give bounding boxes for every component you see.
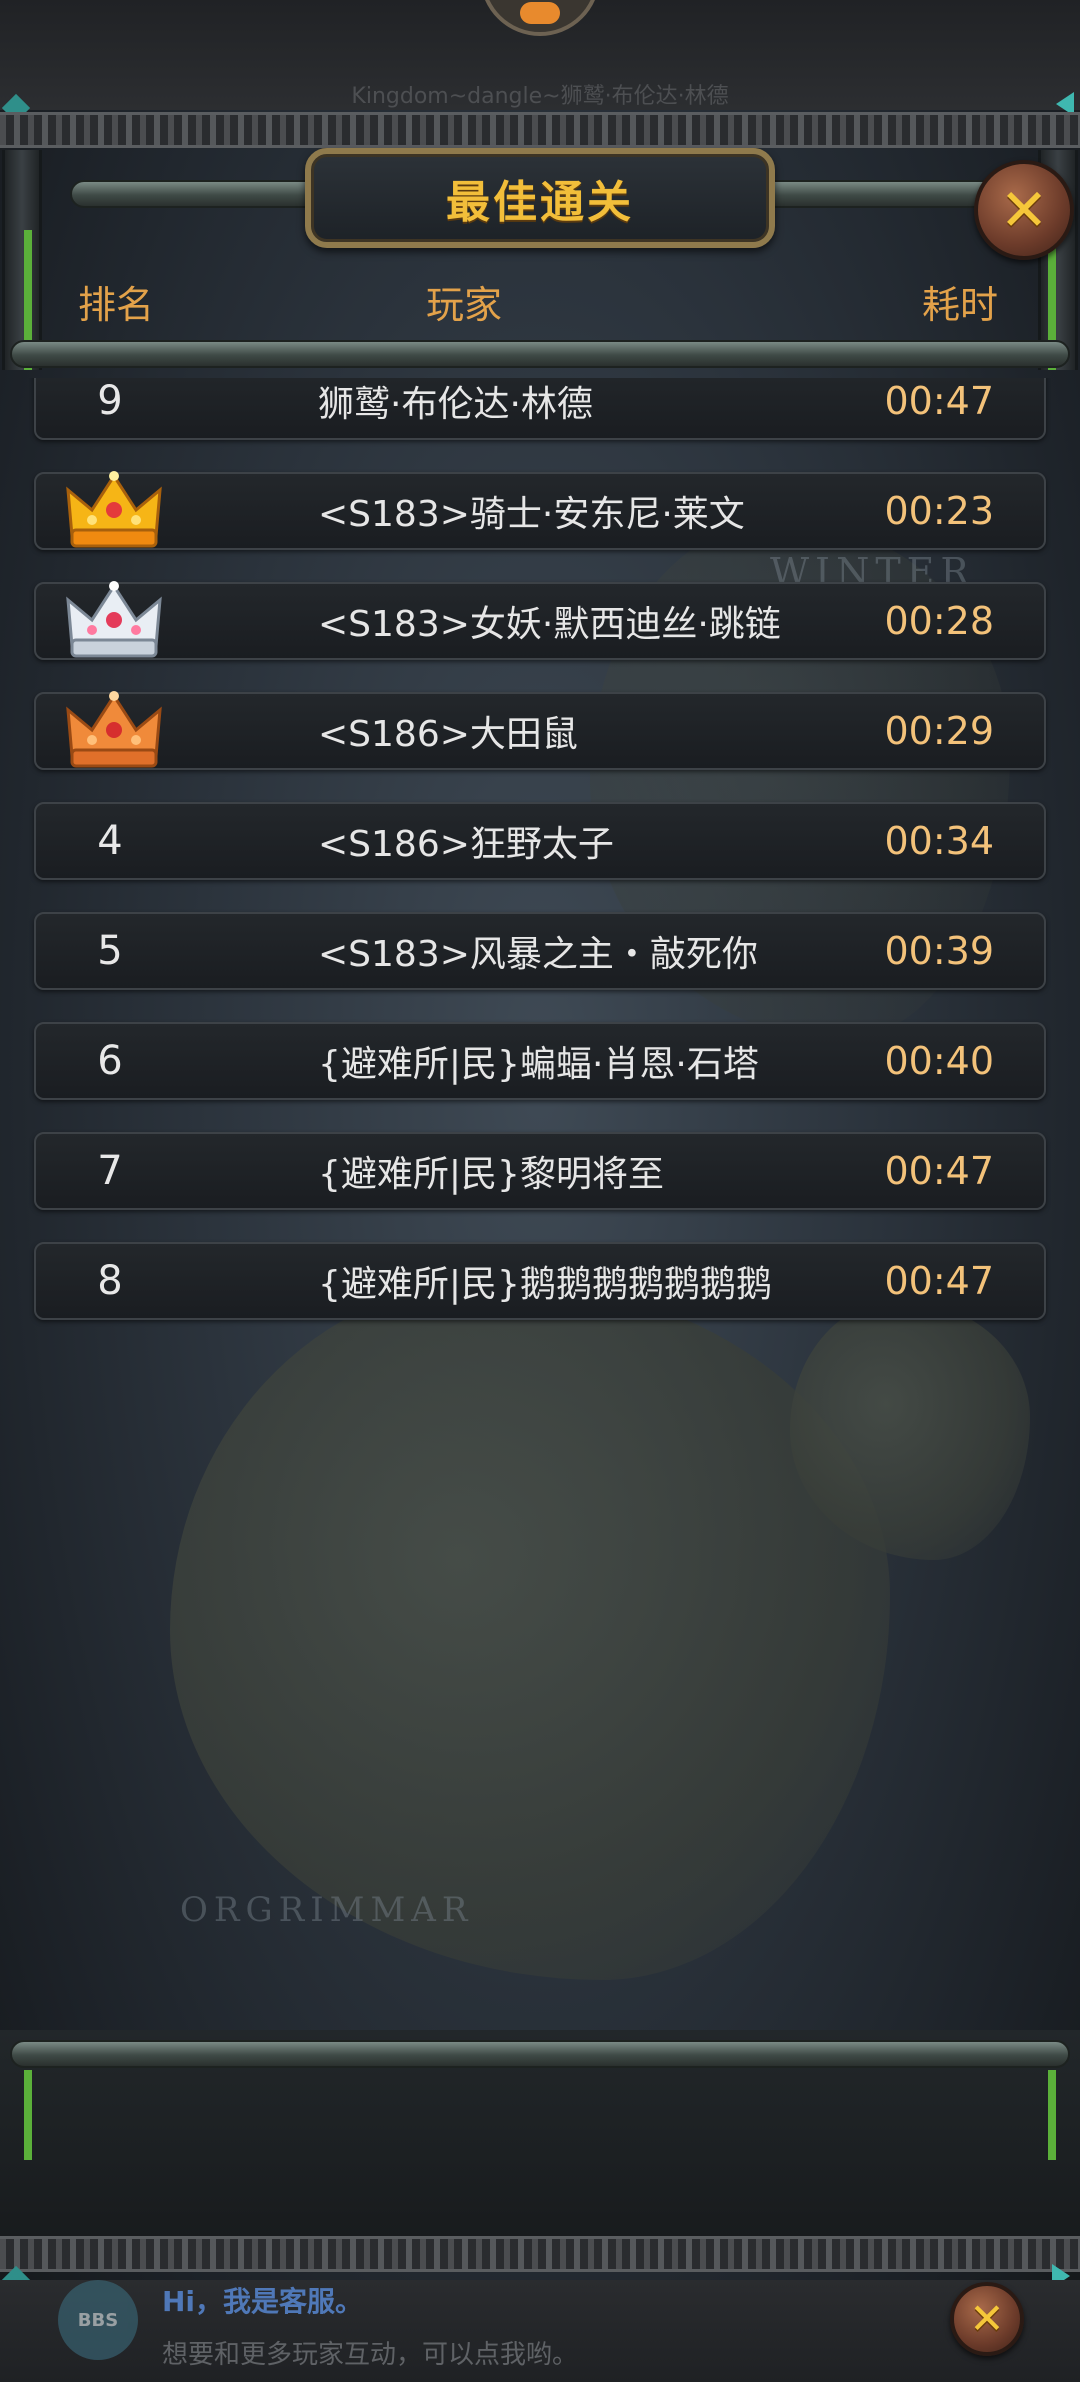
left-rail — [2, 150, 42, 370]
rank-number: 5 — [97, 928, 123, 974]
rank-number: 8 — [97, 1258, 123, 1304]
right-accent-line-bottom — [1048, 2070, 1056, 2160]
clear-time: 00:29 — [884, 709, 994, 753]
clear-time: 00:23 — [884, 489, 994, 533]
rank-number: 6 — [97, 1038, 123, 1084]
frame-bar-left — [70, 180, 320, 208]
top-ornament-border — [0, 112, 1080, 148]
player-name: <S183>骑士·安东尼·莱文 — [318, 494, 745, 535]
player-name: <S183>女妖·默西迪丝·跳链 — [318, 604, 781, 645]
bbs-close-button[interactable]: ✕ — [950, 2282, 1024, 2356]
rank-number: 4 — [97, 818, 123, 864]
column-header-time: 耗时 — [922, 283, 999, 327]
top-caption: Kingdom~dangle~狮鹫·布伦达·林德 — [351, 84, 729, 109]
leaderboard-row[interactable]: 8 {避难所|民}鹅鹅鹅鹅鹅鹅鹅 00:47 — [34, 1242, 1046, 1320]
panel-title: 最佳通关 — [446, 177, 634, 228]
rank-number: 7 — [97, 1148, 123, 1194]
frame-bar-lower — [10, 340, 1070, 368]
leaderboard-row[interactable]: <S183>骑士·安东尼·莱文 00:23 — [34, 471, 1046, 550]
silver-crown-icon — [66, 581, 162, 658]
clear-time: 00:47 — [884, 1149, 994, 1193]
title-plaque: 最佳通关 — [305, 148, 775, 248]
clear-time: 00:28 — [884, 599, 994, 643]
bronze-crown-icon — [66, 691, 162, 768]
rank-number: 9 — [97, 378, 123, 424]
player-name: 狮鹫·布伦达·林德 — [318, 384, 593, 425]
clear-time: 00:47 — [884, 1259, 994, 1303]
leaderboard-row[interactable]: 4 <S186>狂野太子 00:34 — [34, 802, 1046, 880]
leaderboard-row[interactable]: 7 {避难所|民}黎明将至 00:47 — [34, 1132, 1046, 1210]
frame-bar-right — [760, 180, 1010, 208]
map-label-orgrimmar: ORGRIMMAR — [180, 1890, 474, 1930]
left-accent-line-bottom — [24, 2070, 32, 2160]
clear-time: 00:34 — [884, 819, 994, 863]
bbs-logo-icon[interactable]: BBS — [58, 2280, 138, 2360]
player-name: <S186>狂野太子 — [318, 824, 614, 865]
bottom-ornament-border — [0, 2236, 1080, 2272]
player-name: <S186>大田鼠 — [318, 714, 578, 755]
customer-service-prompt[interactable]: 想要和更多玩家互动，可以点我哟。 — [162, 2334, 578, 2371]
game-screen: Kingdom~dangle~狮鹫·布伦达·林德 ORGRIMMAR WINTE… — [0, 0, 1080, 2382]
player-name: {避难所|民}蝙蝠·肖恩·石塔 — [318, 1044, 759, 1085]
close-button[interactable]: ✕ — [974, 160, 1074, 260]
leaderboard-row[interactable]: 6 {避难所|民}蝙蝠·肖恩·石塔 00:40 — [34, 1022, 1046, 1100]
close-x-icon: ✕ — [999, 176, 1049, 244]
column-header-player: 玩家 — [426, 283, 503, 327]
clear-time: 00:39 — [884, 929, 994, 973]
map-landmass — [170, 1280, 890, 1980]
clear-time: 00:47 — [884, 379, 994, 423]
player-name: {避难所|民}鹅鹅鹅鹅鹅鹅鹅 — [318, 1264, 772, 1305]
close-x-icon: ✕ — [969, 2294, 1005, 2343]
leaderboard-row[interactable]: <S186>大田鼠 00:29 — [34, 691, 1046, 770]
leaderboard-list[interactable]: 9 狮鹫·布伦达·林德 00:47 <S183>骑士·安东尼·莱文 00:23 … — [0, 378, 1080, 1338]
player-name: <S183>风暴之主・敲死你 — [318, 934, 758, 975]
frame-bar-bottom — [10, 2040, 1070, 2068]
customer-service-greeting[interactable]: Hi，我是客服。 — [162, 2280, 363, 2320]
clear-time: 00:40 — [884, 1039, 994, 1083]
column-header-rank: 排名 — [78, 283, 155, 327]
gold-crown-icon — [66, 471, 162, 548]
leaderboard-row[interactable]: 5 <S183>风暴之主・敲死你 00:39 — [34, 912, 1046, 990]
leaderboard-row[interactable]: <S183>女妖·默西迪丝·跳链 00:28 — [34, 581, 1046, 660]
player-name: {避难所|民}黎明将至 — [318, 1154, 664, 1195]
leaderboard-row-self[interactable]: 9 狮鹫·布伦达·林德 00:47 — [34, 378, 1046, 440]
